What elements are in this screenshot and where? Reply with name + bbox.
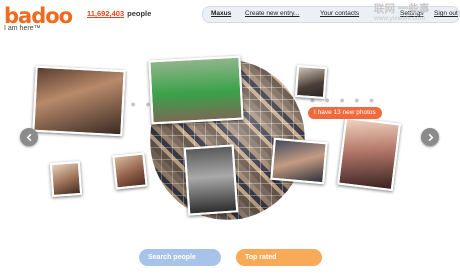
- logo-text: badoo: [4, 4, 73, 28]
- sign-out-link[interactable]: Sign out: [434, 10, 458, 17]
- people-label: people: [127, 9, 152, 18]
- profile-photo-3[interactable]: [294, 64, 328, 100]
- watermark-url: www.yixieshi.com: [374, 15, 425, 22]
- badoo-logo[interactable]: badoo: [4, 3, 73, 28]
- profile-photo-image: [34, 67, 124, 135]
- profile-photo-7[interactable]: [112, 152, 148, 190]
- profile-photo-5[interactable]: [183, 144, 239, 216]
- contacts-link[interactable]: Your contacts: [320, 10, 359, 17]
- profile-photo-image: [51, 163, 81, 195]
- profile-photo-image: [272, 139, 326, 183]
- people-counter: 11,692,403 people: [87, 9, 151, 18]
- tagline: I am here™: [4, 25, 41, 32]
- people-count[interactable]: 11,692,403: [87, 9, 124, 18]
- user-link[interactable]: Maxus: [211, 10, 231, 17]
- profile-photo-1[interactable]: [32, 65, 126, 137]
- search-people-button[interactable]: Search people: [139, 249, 221, 266]
- profile-photo-image: [339, 119, 399, 189]
- profile-photo-image: [150, 57, 242, 123]
- arrow-left-icon: [26, 133, 31, 141]
- create-entry-link[interactable]: Create new entry...: [245, 10, 299, 17]
- profile-photo-6[interactable]: [270, 137, 328, 185]
- profile-photo-image: [185, 146, 237, 214]
- profile-photo-image: [297, 67, 325, 97]
- previous-button[interactable]: [20, 128, 38, 146]
- next-button[interactable]: [421, 128, 439, 146]
- profile-photo-2[interactable]: [148, 55, 244, 125]
- arrow-right-icon: [428, 133, 433, 141]
- top-rated-button[interactable]: Top rated: [236, 249, 322, 266]
- profile-photo-image: [114, 154, 146, 188]
- profile-photo-8[interactable]: [49, 160, 83, 198]
- new-photos-tooltip: I have 13 new photos: [308, 107, 382, 119]
- watermark-title: 联网 一些事: [374, 3, 430, 15]
- profile-photo-4[interactable]: [337, 116, 401, 192]
